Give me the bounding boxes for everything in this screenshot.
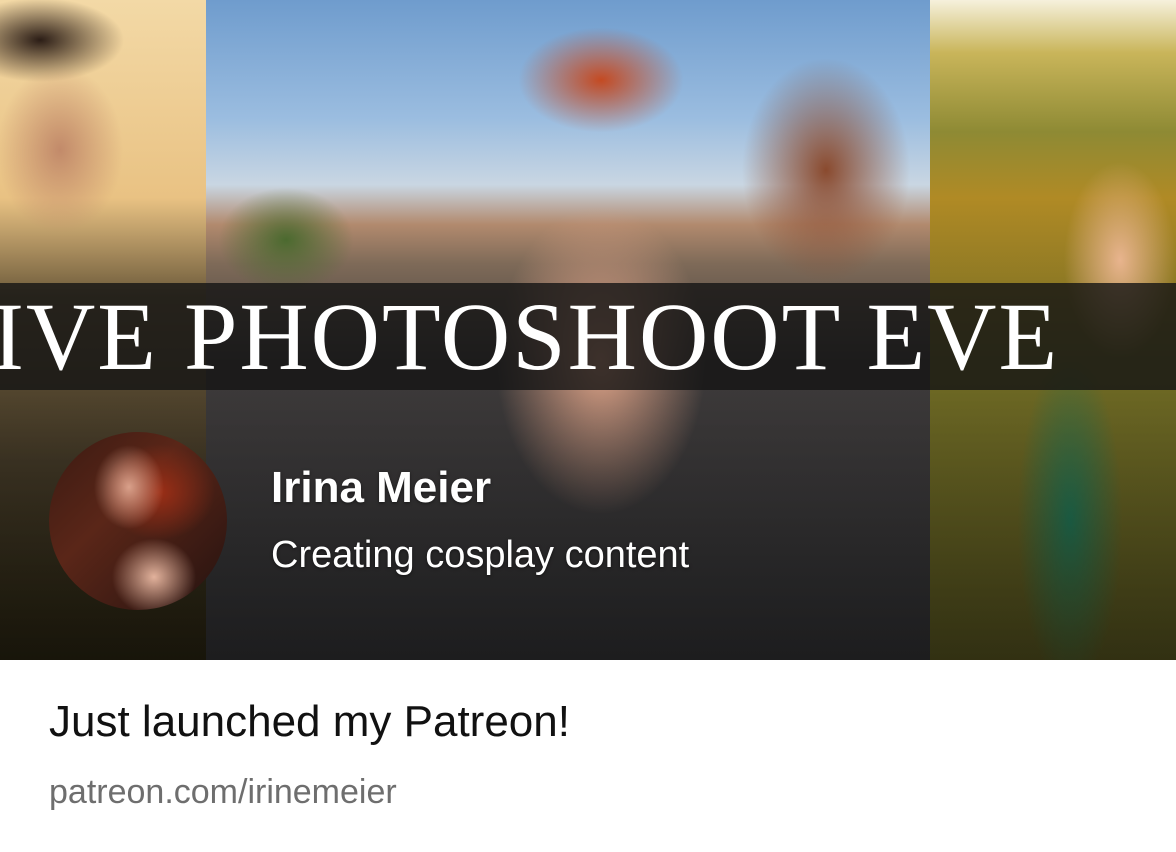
creator-name[interactable]: Irina Meier	[271, 462, 491, 514]
creator-tagline: Creating cosplay content	[271, 534, 690, 576]
avatar[interactable]	[49, 432, 227, 610]
link-preview-card[interactable]: IVE PHOTOSHOOT EVE Irina Meier Creating …	[0, 0, 1176, 852]
link-meta[interactable]: Just launched my Patreon! patreon.com/ir…	[0, 660, 1176, 852]
link-title[interactable]: Just launched my Patreon!	[49, 696, 570, 748]
banner-title-strip: IVE PHOTOSHOOT EVE	[0, 283, 1176, 390]
banner-image[interactable]: IVE PHOTOSHOOT EVE Irina Meier Creating …	[0, 0, 1176, 660]
banner-title-text: IVE PHOTOSHOOT EVE	[0, 283, 1060, 390]
link-url[interactable]: patreon.com/irinemeier	[49, 771, 397, 813]
